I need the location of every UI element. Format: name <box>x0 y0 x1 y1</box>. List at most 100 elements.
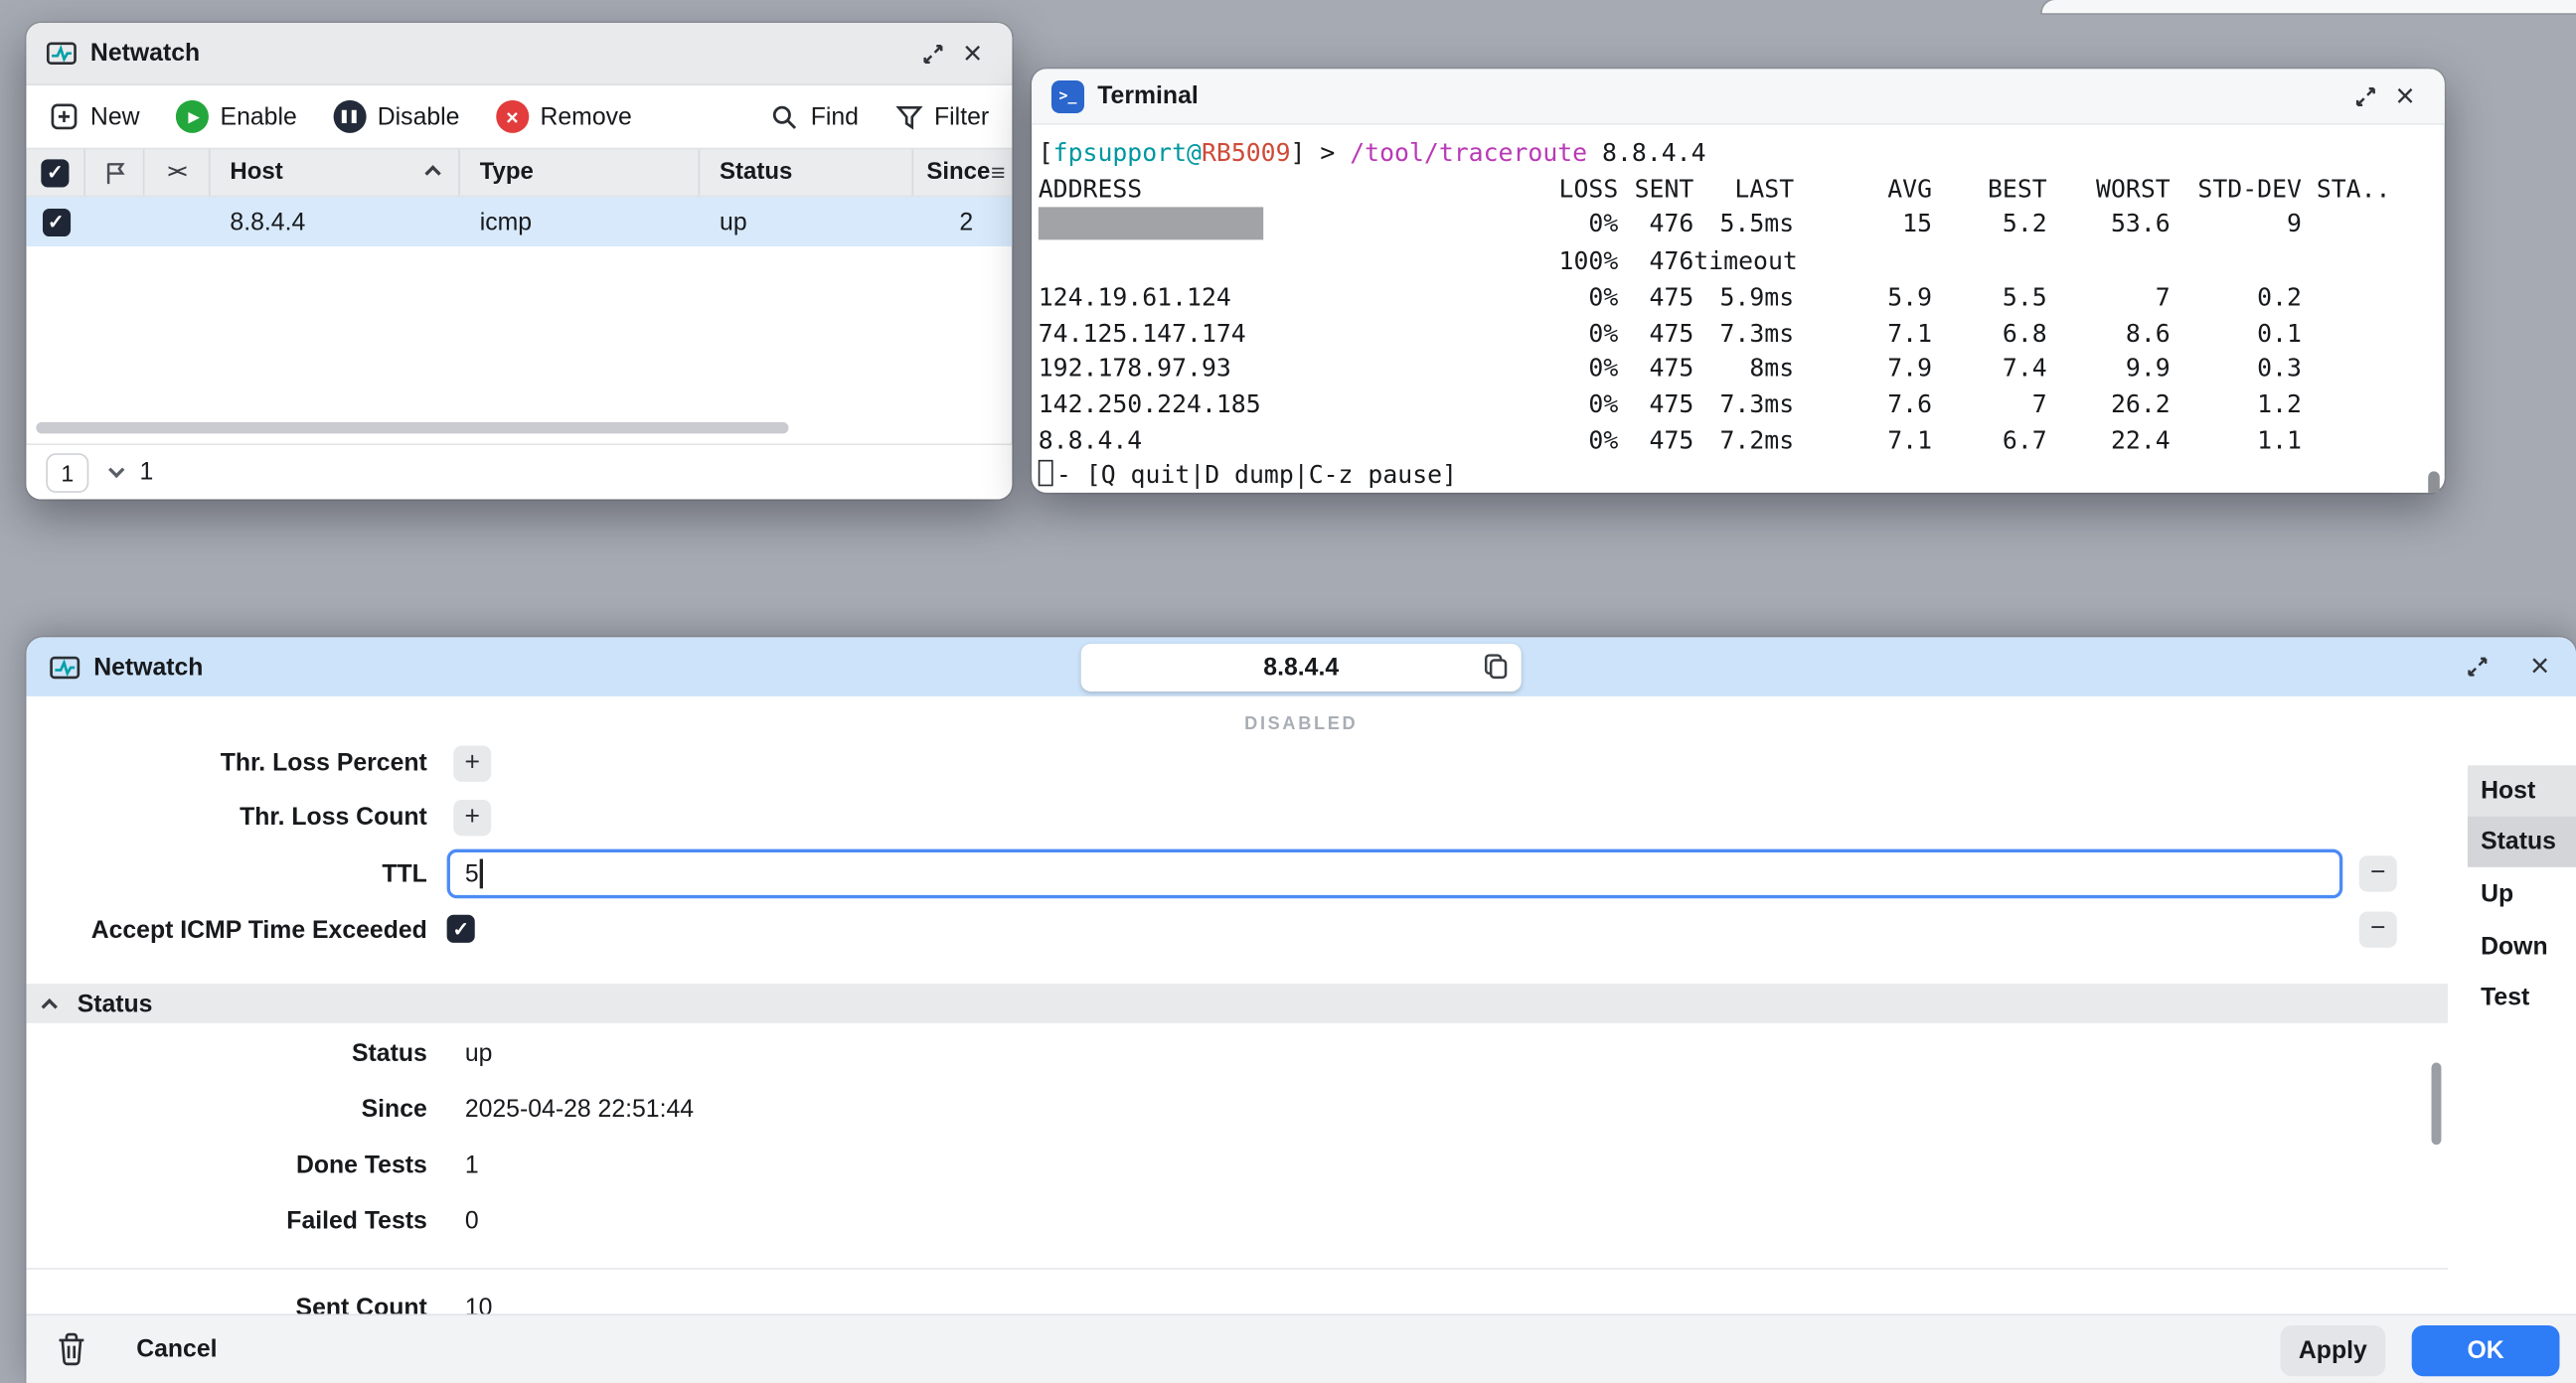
since-column-header[interactable]: Since ≡ <box>913 149 1012 195</box>
netwatch-titlebar[interactable]: Netwatch × <box>26 23 1013 85</box>
since-column-label: Since <box>926 159 991 186</box>
sort-ascending-icon <box>424 164 441 181</box>
side-tab-test[interactable]: Test <box>2468 973 2576 1023</box>
terminal-body[interactable]: [fpsupport@RB5009] > /tool/traceroute 8.… <box>1032 125 2445 493</box>
terminal-cell-last: timeout <box>1693 246 1798 276</box>
ttl-label: TTL <box>382 860 427 889</box>
select-all-checkbox[interactable]: ✓ <box>26 149 85 196</box>
delete-button[interactable] <box>56 1332 86 1367</box>
terminal-cell-stddev: 1.1 <box>2257 424 2302 455</box>
disable-button[interactable]: Disable <box>333 99 459 133</box>
copy-icon[interactable] <box>1482 652 1510 682</box>
page-number-box[interactable]: 1 <box>46 452 89 493</box>
terminal-cell-best: 7 <box>2031 388 2047 419</box>
remove-button[interactable]: × Remove <box>495 99 632 133</box>
terminal-icon: >_ <box>1050 79 1085 113</box>
remove-ttl-button[interactable]: − <box>2358 855 2397 892</box>
dialog-footer: Cancel Apply OK <box>26 1313 2576 1383</box>
status-column-header[interactable]: Status <box>700 149 914 196</box>
row-status-cell: up <box>720 208 747 236</box>
terminal-cursor <box>1038 460 1053 487</box>
status-section-title: Status <box>77 989 153 1018</box>
dialog-title: Netwatch <box>93 653 204 682</box>
terminal-row: 0% 476 5.5ms 15 5.2 53.6 9 <box>1038 207 2428 245</box>
terminal-cell-address: 142.250.224.185 <box>1038 388 1261 419</box>
status-section-header[interactable]: Status <box>26 984 2449 1023</box>
side-tab-down[interactable]: Down <box>2468 921 2576 972</box>
side-tab-up[interactable]: Up <box>2468 868 2576 919</box>
new-button[interactable]: New <box>50 101 140 131</box>
terminal-cell-last: 5.5ms <box>1719 209 1795 239</box>
find-button[interactable]: Find <box>771 102 859 130</box>
row-type-cell: icmp <box>479 208 533 236</box>
identity-field[interactable]: 8.8.4.4 <box>1080 644 1522 692</box>
add-thr-loss-count-button[interactable]: + <box>453 800 492 837</box>
add-thr-loss-percent-button[interactable]: + <box>453 745 492 782</box>
terminal-cell-status <box>2302 352 2428 387</box>
side-tab-status[interactable]: Status <box>2467 816 2576 867</box>
maximize-icon[interactable] <box>2346 77 2386 116</box>
ok-button[interactable]: OK <box>2411 1325 2560 1377</box>
terminal-rows: 0% 476 5.5ms 15 5.2 53.6 9 100% 476 timeout 124.19… <box>1038 207 2428 459</box>
column-menu-icon[interactable]: ≡ <box>991 159 1005 187</box>
terminal-cell-avg: 7.1 <box>1887 424 1932 455</box>
terminal-title: Terminal <box>1097 81 1199 110</box>
new-label: New <box>89 102 140 131</box>
table-row[interactable]: ✓ 8.8.4.4 icmp up 2 <box>26 197 1013 246</box>
host-column-header[interactable]: Host <box>211 149 460 196</box>
new-icon <box>51 103 78 130</box>
ttl-input[interactable]: 5 <box>446 848 2343 899</box>
terminal-cell-worst: 26.2 <box>2110 388 2171 419</box>
accept-icmp-label: Accept ICMP Time Exceeded <box>90 916 427 945</box>
terminal-cell-status <box>2302 423 2428 459</box>
dialog-titlebar[interactable]: Netwatch 8.8.4.4 × <box>26 637 2576 696</box>
redacted-address <box>1038 207 1264 241</box>
check-icon: ✓ <box>452 917 470 941</box>
terminal-cell-worst: 9.9 <box>2125 353 2171 384</box>
desktop: Netwatch × New ▶ Enable Disable × Remove… <box>0 0 2576 1383</box>
background-window-edge[interactable] <box>2041 0 2576 14</box>
enable-button[interactable]: ▶ Enable <box>175 99 297 133</box>
terminal-cell-loss: 0% <box>1588 317 1619 348</box>
terminal-titlebar[interactable]: >_ Terminal × <box>1032 69 2445 125</box>
remove-accept-icmp-button[interactable]: − <box>2358 911 2397 948</box>
status-value: up <box>464 1039 493 1068</box>
chevron-down-icon[interactable] <box>108 461 125 479</box>
terminal-cell-best: 6.8 <box>2002 317 2047 348</box>
terminal-cell-worst: 53.6 <box>2110 209 2171 239</box>
netwatch-app-icon <box>46 42 77 65</box>
flag-column-header[interactable] <box>85 149 145 196</box>
terminal-cell-sent: 476 <box>1649 209 1694 239</box>
terminal-cell-avg: 7.6 <box>1887 388 1932 419</box>
close-icon[interactable]: × <box>2385 77 2425 116</box>
close-icon[interactable]: × <box>953 34 993 74</box>
terminal-cell-worst: 22.4 <box>2110 424 2171 455</box>
netwatch-list-window: Netwatch × New ▶ Enable Disable × Remove… <box>26 23 1013 500</box>
terminal-row: 124.19.61.124 0% 475 5.9ms 5.9 5.5 7 0.2 <box>1039 280 2428 316</box>
collapse-column-header[interactable]: >< <box>144 149 211 196</box>
filter-button[interactable]: Filter <box>894 102 989 130</box>
dialog-scrollbar[interactable] <box>2431 1062 2442 1146</box>
row-checkbox[interactable]: ✓ <box>26 197 85 246</box>
terminal-row: 8.8.4.4 0% 475 7.2ms 7.1 6.7 22.4 1.1 <box>1039 423 2428 459</box>
terminal-scrollbar[interactable] <box>2428 471 2440 493</box>
close-icon[interactable]: × <box>2520 647 2560 687</box>
accept-icmp-checkbox[interactable]: ✓ <box>446 914 475 943</box>
terminal-cell-loss: 0% <box>1588 388 1619 419</box>
row-host-cell: 8.8.4.4 <box>230 208 306 236</box>
maximize-icon[interactable] <box>913 34 953 74</box>
terminal-cell-avg: 5.9 <box>1887 282 1932 312</box>
netwatch-app-icon <box>50 655 80 679</box>
horizontal-scrollbar[interactable] <box>36 421 789 434</box>
side-tab-host[interactable]: Host <box>2467 765 2576 817</box>
type-column-header[interactable]: Type <box>460 149 701 196</box>
cancel-button[interactable]: Cancel <box>136 1335 217 1363</box>
terminal-cell-sent: 476 <box>1649 246 1694 276</box>
terminal-row: 100% 476 timeout <box>1039 244 2428 280</box>
identity-value: 8.8.4.4 <box>1263 653 1340 683</box>
terminal-cell-address: 74.125.147.174 <box>1038 317 1246 348</box>
row-flag-cell <box>85 197 145 246</box>
terminal-cell-stddev: 0.1 <box>2257 317 2302 348</box>
apply-button[interactable]: Apply <box>2280 1325 2386 1377</box>
maximize-icon[interactable] <box>2458 647 2497 687</box>
